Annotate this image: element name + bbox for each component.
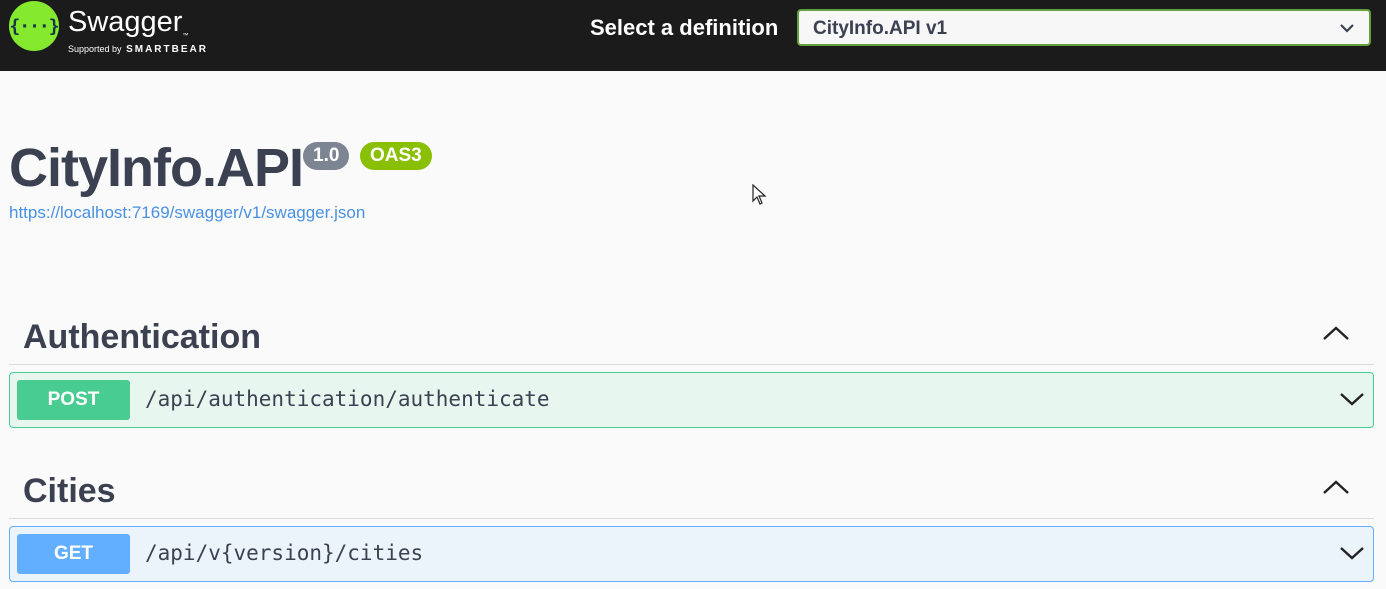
chevron-down-icon[interactable] [1339,390,1365,408]
opblock-get-cities[interactable]: GET /api/v{version}/cities [9,526,1374,582]
mouse-cursor-icon [752,184,767,205]
swagger-logo-icon: {···} [9,1,60,51]
logo-name: Swagger™ [68,6,188,39]
section-title: Authentication [23,318,261,356]
api-title: CityInfo.API [9,138,304,198]
method-badge: POST [17,380,130,420]
method-badge: GET [17,534,130,574]
opblock-post-authenticate[interactable]: POST /api/authentication/authenticate [9,372,1374,428]
spec-url-link[interactable]: https://localhost:7169/swagger/v1/swagge… [9,203,365,223]
section-cities[interactable]: Cities [9,460,1374,519]
section-title: Cities [23,472,116,510]
logo-supported-by: Supported by SMARTBEAR [68,44,208,55]
logo-trademark: ™ [182,33,189,39]
logo-supported-by-text: Supported by [68,44,122,54]
definition-select[interactable]: CityInfo.API v1 [797,9,1371,46]
topbar: {···} Swagger™ Supported by SMARTBEAR Se… [0,0,1386,71]
logo-company: SMARTBEAR [126,44,208,55]
oas-badge: OAS3 [360,142,432,170]
version-badge: 1.0 [303,142,350,170]
chevron-up-icon[interactable] [1322,478,1350,496]
definition-label: Select a definition [590,15,779,40]
logo-name-text: Swagger [68,6,183,38]
chevron-up-icon[interactable] [1322,324,1350,342]
operation-path: /api/v{version}/cities [145,541,424,565]
definition-select-value: CityInfo.API v1 [813,18,948,39]
chevron-down-icon [1340,24,1354,33]
chevron-down-icon[interactable] [1339,544,1365,562]
section-authentication[interactable]: Authentication [9,306,1374,365]
operation-path: /api/authentication/authenticate [145,387,550,411]
